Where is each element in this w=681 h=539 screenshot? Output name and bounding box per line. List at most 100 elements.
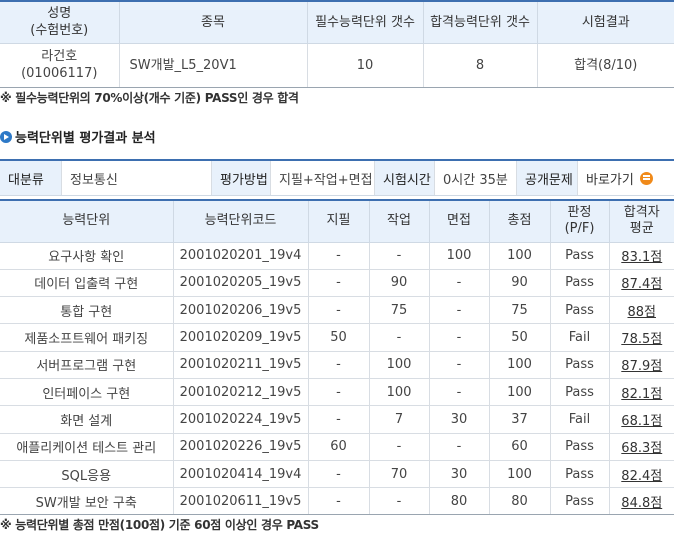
interview-score-cell: - bbox=[429, 323, 490, 352]
header-required-units: 필수능력단위 갯수 bbox=[307, 0, 424, 44]
judgement-cell: Pass bbox=[550, 296, 610, 325]
summary-data-row: 라건호 (01006117) SW개발_L5_20V1 10 8 합격(8/10) bbox=[0, 43, 674, 88]
passer-average-cell: 88점 bbox=[609, 296, 674, 325]
unit-name-cell: 요구사항 확인 bbox=[0, 242, 174, 270]
results-body: 요구사항 확인 2001020201_19v4- -100 100 Pass 83.1점 데… bbox=[0, 242, 674, 516]
unit-code-cell: 2001020209_19v5 bbox=[173, 323, 309, 352]
exam-info-bar: 대분류 정보통신 평가방법 지필+작업+면접 시험시간 0시간 35분 공개문제… bbox=[0, 159, 674, 196]
header-unit-code: 능력단위코드 bbox=[173, 199, 309, 243]
category-label: 대분류 bbox=[0, 161, 62, 195]
exam-result-cell: 합격(8/10) bbox=[537, 43, 674, 88]
total-score-cell: 80 bbox=[489, 487, 551, 516]
unit-name-cell: SQL응용 bbox=[0, 460, 174, 489]
interview-score-cell: - bbox=[429, 378, 490, 407]
header-result: 시험결과 bbox=[537, 0, 674, 44]
table-row: SQL응용 2001020414_19v4-70 30 100 Pass 82.4점 bbox=[0, 460, 674, 489]
table-row: 서버프로그램 구현 2001020211_19v5-100-100 Pass 87.9… bbox=[0, 351, 674, 379]
unit-code-cell: 2001020211_19v5 bbox=[173, 351, 309, 379]
written-score-cell: - bbox=[308, 296, 370, 325]
unit-code-cell: 2001020205_19v5 bbox=[173, 269, 309, 298]
interview-score-cell: 30 bbox=[429, 460, 490, 489]
passer-average-cell: 68.1점 bbox=[609, 405, 674, 434]
play-bullet-icon bbox=[0, 130, 12, 143]
passer-average-link[interactable]: 82.4점 bbox=[621, 469, 662, 484]
unit-name-cell: 데이터 입출력 구현 bbox=[0, 269, 174, 298]
header-name: 성명 (수험번호) bbox=[0, 0, 120, 44]
interview-score-cell: 100 bbox=[429, 242, 490, 270]
unit-name-cell: 제품소프트웨어 패키징 bbox=[0, 323, 174, 352]
judgement-cell: Pass bbox=[550, 351, 610, 379]
unit-name-cell: 인터페이스 구현 bbox=[0, 378, 174, 407]
passer-average-link[interactable]: 68.1점 bbox=[621, 414, 662, 429]
passer-average-link[interactable]: 87.4점 bbox=[621, 277, 662, 292]
total-score-cell: 37 bbox=[489, 405, 551, 434]
required-units-cell: 10 bbox=[307, 43, 424, 88]
table-row: SW개발 보안 구축 2001020611_19v5- -80 80 Pass 84.8점 bbox=[0, 487, 674, 516]
passer-average-link[interactable]: 88점 bbox=[627, 305, 656, 320]
total-score-cell: 100 bbox=[489, 460, 551, 489]
table-row: 인터페이스 구현 2001020212_19v5-100-100 Pass 82.1점 bbox=[0, 378, 674, 407]
table-row: 데이터 입출력 구현 2001020205_19v5-90-90 Pass 87.4점 bbox=[0, 269, 674, 298]
passer-average-cell: 68.3점 bbox=[609, 433, 674, 461]
passer-average-cell: 82.1점 bbox=[609, 378, 674, 407]
written-score-cell: - bbox=[308, 487, 370, 516]
unit-name-cell: 서버프로그램 구현 bbox=[0, 351, 174, 379]
time-value: 0시간 35분 bbox=[435, 161, 517, 195]
practical-score-cell: 100 bbox=[369, 351, 430, 379]
practical-score-cell: - bbox=[369, 433, 430, 461]
passer-average-link[interactable]: 68.3점 bbox=[621, 441, 662, 456]
unit-name-cell: 화면 설계 bbox=[0, 405, 174, 434]
public-question-label: 공개문제 bbox=[517, 161, 578, 195]
unit-code-cell: 2001020201_19v4 bbox=[173, 242, 309, 270]
practical-score-cell: 100 bbox=[369, 378, 430, 407]
header-passed-units: 합격능력단위 갯수 bbox=[423, 0, 538, 44]
header-total: 총점 bbox=[489, 199, 551, 243]
passer-average-link[interactable]: 78.5점 bbox=[621, 332, 662, 347]
total-score-cell: 100 bbox=[489, 242, 551, 270]
judgement-cell: Pass bbox=[550, 269, 610, 298]
results-header-row: 능력단위 능력단위코드 지필 작업 면접 총점 판정 (P/F) 합격자 평균 bbox=[0, 199, 674, 243]
judgement-cell: Pass bbox=[550, 378, 610, 407]
category-value: 정보통신 bbox=[62, 161, 212, 195]
passer-average-cell: 82.4점 bbox=[609, 460, 674, 489]
header-unit: 능력단위 bbox=[0, 199, 174, 243]
practical-score-cell: - bbox=[369, 487, 430, 516]
practical-score-cell: 70 bbox=[369, 460, 430, 489]
passer-average-link[interactable]: 87.9점 bbox=[621, 359, 662, 374]
passer-average-link[interactable]: 82.1점 bbox=[621, 387, 662, 402]
list-icon[interactable] bbox=[639, 171, 653, 185]
total-score-cell: 50 bbox=[489, 323, 551, 352]
practical-score-cell: - bbox=[369, 242, 430, 270]
passer-average-link[interactable]: 83.1점 bbox=[621, 250, 662, 265]
judgement-cell: Pass bbox=[550, 487, 610, 516]
table-row: 애플리케이션 테스트 관리 2001020226_19v5 60- -60 Pass 68… bbox=[0, 433, 674, 461]
practical-score-cell: 75 bbox=[369, 296, 430, 325]
passer-average-cell: 83.1점 bbox=[609, 242, 674, 270]
passer-average-link[interactable]: 84.8점 bbox=[621, 496, 662, 511]
unit-code-cell: 2001020611_19v5 bbox=[173, 487, 309, 516]
exam-summary-table: 성명 (수험번호) 종목 필수능력단위 갯수 합격능력단위 갯수 시험결과 라건호… bbox=[0, 0, 674, 88]
judgement-cell: Fail bbox=[550, 323, 610, 352]
passer-average-cell: 78.5점 bbox=[609, 323, 674, 352]
practical-score-cell: - bbox=[369, 323, 430, 352]
written-score-cell: - bbox=[308, 405, 370, 434]
total-score-cell: 100 bbox=[489, 351, 551, 379]
method-label: 평가방법 bbox=[212, 161, 271, 195]
written-score-cell: 60 bbox=[308, 433, 370, 461]
written-score-cell: - bbox=[308, 460, 370, 489]
goto-link[interactable]: 바로가기 bbox=[578, 161, 674, 195]
interview-score-cell: 30 bbox=[429, 405, 490, 434]
practical-score-cell: 90 bbox=[369, 269, 430, 298]
candidate-name-cell: 라건호 (01006117) bbox=[0, 43, 120, 88]
unit-code-cell: 2001020212_19v5 bbox=[173, 378, 309, 407]
table-row: 요구사항 확인 2001020201_19v4- -100 100 Pass 83.1점 bbox=[0, 242, 674, 270]
interview-score-cell: 80 bbox=[429, 487, 490, 516]
written-score-cell: 50 bbox=[308, 323, 370, 352]
unit-name-cell: 애플리케이션 테스트 관리 bbox=[0, 433, 174, 461]
written-score-cell: - bbox=[308, 378, 370, 407]
pass-criteria-note: ※ 필수능력단위의 70%이상(개수 기준) PASS인 경우 합격 bbox=[0, 91, 299, 105]
unit-code-cell: 2001020414_19v4 bbox=[173, 460, 309, 489]
unit-results-table: 능력단위 능력단위코드 지필 작업 면접 총점 판정 (P/F) 합격자 평균 요구… bbox=[0, 199, 674, 516]
passed-units-cell: 8 bbox=[423, 43, 538, 88]
judgement-cell: Fail bbox=[550, 405, 610, 434]
